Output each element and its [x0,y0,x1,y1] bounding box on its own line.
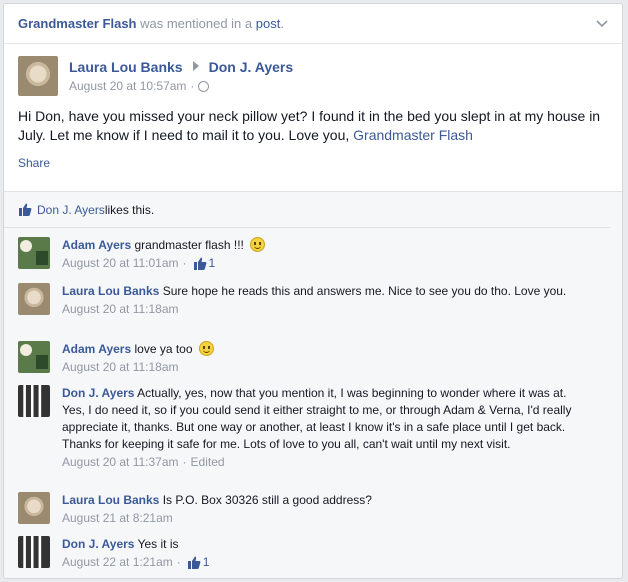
comment-time[interactable]: August 20 at 11:01am [62,255,179,272]
comment-text: Yes it is [134,537,179,551]
avatar[interactable] [18,492,50,524]
comment-text: Is P.O. Box 30326 still a good address? [159,493,372,507]
post: Laura Lou Banks Don J. Ayers August 20 a… [4,44,622,179]
story-header: Grandmaster Flash was mentioned in a pos… [4,4,622,44]
comment-author[interactable]: Don J. Ayers [62,537,134,551]
comment-meta: August 22 at 1:21am · 1 [62,554,582,571]
comment-meta: August 20 at 11:01am · 1 [62,255,582,272]
comment-text: grandmaster flash !!! [131,238,248,252]
like-count-value: 1 [208,256,216,270]
globe-icon[interactable] [198,80,210,92]
comment-text: Sure hope he reads this and answers me. … [159,284,567,298]
post-body: Hi Don, have you missed your neck pillow… [18,108,601,143]
avatar[interactable] [18,283,50,315]
comment-time[interactable]: August 22 at 1:21am [62,554,173,571]
like-count-value: 1 [202,555,210,569]
comment-body: Laura Lou Banks Is P.O. Box 30326 still … [62,492,582,527]
mention-tail: . [280,16,284,31]
comment-author[interactable]: Laura Lou Banks [62,284,159,298]
avatar[interactable] [18,536,50,568]
comment-meta: August 21 at 8:21am [62,510,582,527]
comment-meta: August 20 at 11:37am · Edited [62,454,582,471]
liker-link[interactable]: Don J. Ayers [37,203,105,217]
comment-like-count[interactable]: 1 [187,554,210,571]
comment: Don J. Ayers Yes it is August 22 at 1:21… [4,536,622,571]
comment-meta: August 20 at 11:18am [62,359,582,376]
thumbs-up-icon [193,257,206,270]
comment-body: Don J. Ayers Actually, yes, now that you… [62,385,582,471]
edited-label[interactable]: Edited [191,454,225,471]
comment: Adam Ayers grandmaster flash !!! August … [4,237,622,272]
comment-like-count[interactable]: 1 [193,255,216,272]
comment-time[interactable]: August 20 at 11:18am [62,359,179,376]
avatar[interactable] [18,237,50,269]
likes-suffix: likes this. [104,202,155,217]
feedback-section: Don J. Ayers likes this. Adam Ayers gran… [4,191,622,578]
comment-body: Don J. Ayers Yes it is August 22 at 1:21… [62,536,582,571]
thumbs-up-icon [18,203,32,216]
comment: Don J. Ayers Actually, yes, now that you… [4,385,622,471]
timestamp-separator: · [190,79,195,93]
mention-text-middle: was mentioned in a [136,16,256,31]
smiley-icon [198,341,214,356]
share-link[interactable]: Share [18,156,610,179]
comment-time[interactable]: August 21 at 8:21am [62,510,173,527]
story-card: Grandmaster Flash was mentioned in a pos… [3,3,623,579]
comment-body: Laura Lou Banks Sure hope he reads this … [62,283,582,318]
comment-separator: · [182,256,187,270]
comment-body: Adam Ayers love ya too August 20 at 11:1… [62,341,582,376]
smiley-icon [250,237,266,252]
arrow-right-icon [192,60,199,74]
avatar[interactable] [18,385,50,417]
comment-separator: · [176,555,181,569]
post-names: Laura Lou Banks Don J. Ayers [69,58,293,76]
avatar[interactable] [18,341,50,373]
comment: Laura Lou Banks Sure hope he reads this … [4,283,622,318]
comment-time[interactable]: August 20 at 11:37am [62,454,179,471]
comment-author[interactable]: Adam Ayers [62,342,131,356]
post-meta: Laura Lou Banks Don J. Ayers August 20 a… [69,56,293,93]
comment-text: love ya too [131,342,196,356]
mention-text: Grandmaster Flash was mentioned in a pos… [18,16,594,31]
post-author-row: Laura Lou Banks Don J. Ayers August 20 a… [18,56,610,96]
comment: Adam Ayers love ya too August 20 at 11:1… [4,341,622,376]
author-link[interactable]: Laura Lou Banks [69,59,183,75]
thumbs-up-icon [187,556,201,569]
comment-meta: August 20 at 11:18am [62,301,582,318]
recipient-link[interactable]: Don J. Ayers [209,59,294,75]
comment-time[interactable]: August 20 at 11:18am [62,301,179,318]
comment-body: Adam Ayers grandmaster flash !!! August … [62,237,582,272]
post-timestamp-row: August 20 at 10:57am · [69,79,293,93]
post-link[interactable]: post [256,16,281,31]
comment-author[interactable]: Don J. Ayers [62,386,134,400]
likes-summary: Don J. Ayers likes this. [4,192,610,228]
comment-author[interactable]: Laura Lou Banks [62,493,159,507]
mentioned-user-link[interactable]: Grandmaster Flash [18,16,137,31]
post-timestamp[interactable]: August 20 at 10:57am [69,79,186,93]
comment-separator: · [182,455,187,469]
comment-text: Actually, yes, now that you mention it, … [62,386,572,451]
post-text: Hi Don, have you missed your neck pillow… [18,107,610,145]
post-mention-link[interactable]: Grandmaster Flash [353,127,473,143]
chevron-down-icon[interactable] [594,16,610,32]
comment-author[interactable]: Adam Ayers [62,238,131,252]
comment: Laura Lou Banks Is P.O. Box 30326 still … [4,492,622,527]
avatar[interactable] [18,56,58,96]
